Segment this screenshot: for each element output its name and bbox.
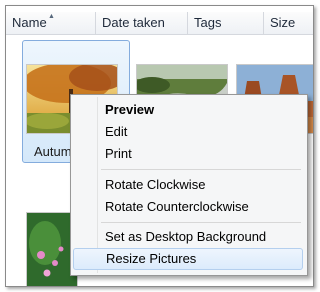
sort-ascending-icon: ▲ [48,13,55,20]
column-header-tags-label: Tags [194,15,222,30]
menu-separator [101,169,301,170]
column-header-name-label: Name [12,15,47,30]
column-header-date-taken[interactable]: Date taken [96,12,188,34]
menu-item-set-desktop-background[interactable]: Set as Desktop Background [73,226,303,248]
context-menu: Preview Edit Print Rotate Clockwise Rota… [70,94,308,276]
column-header-bar: ▲ Name Date taken Tags Size [6,12,313,35]
menu-item-resize-pictures[interactable]: Resize Pictures [73,248,303,270]
column-header-name[interactable]: ▲ Name [6,12,96,34]
menu-item-print[interactable]: Print [73,143,303,165]
menu-item-preview[interactable]: Preview [73,99,303,121]
menu-item-edit[interactable]: Edit [73,121,303,143]
column-header-size[interactable]: Size [264,12,313,34]
menu-item-rotate-clockwise[interactable]: Rotate Clockwise [73,174,303,196]
column-header-tags[interactable]: Tags [188,12,264,34]
column-header-size-label: Size [270,15,296,30]
menu-item-rotate-counterclockwise[interactable]: Rotate Counterclockwise [73,196,303,218]
menu-separator [101,222,301,223]
column-header-date-label: Date taken [102,15,165,30]
